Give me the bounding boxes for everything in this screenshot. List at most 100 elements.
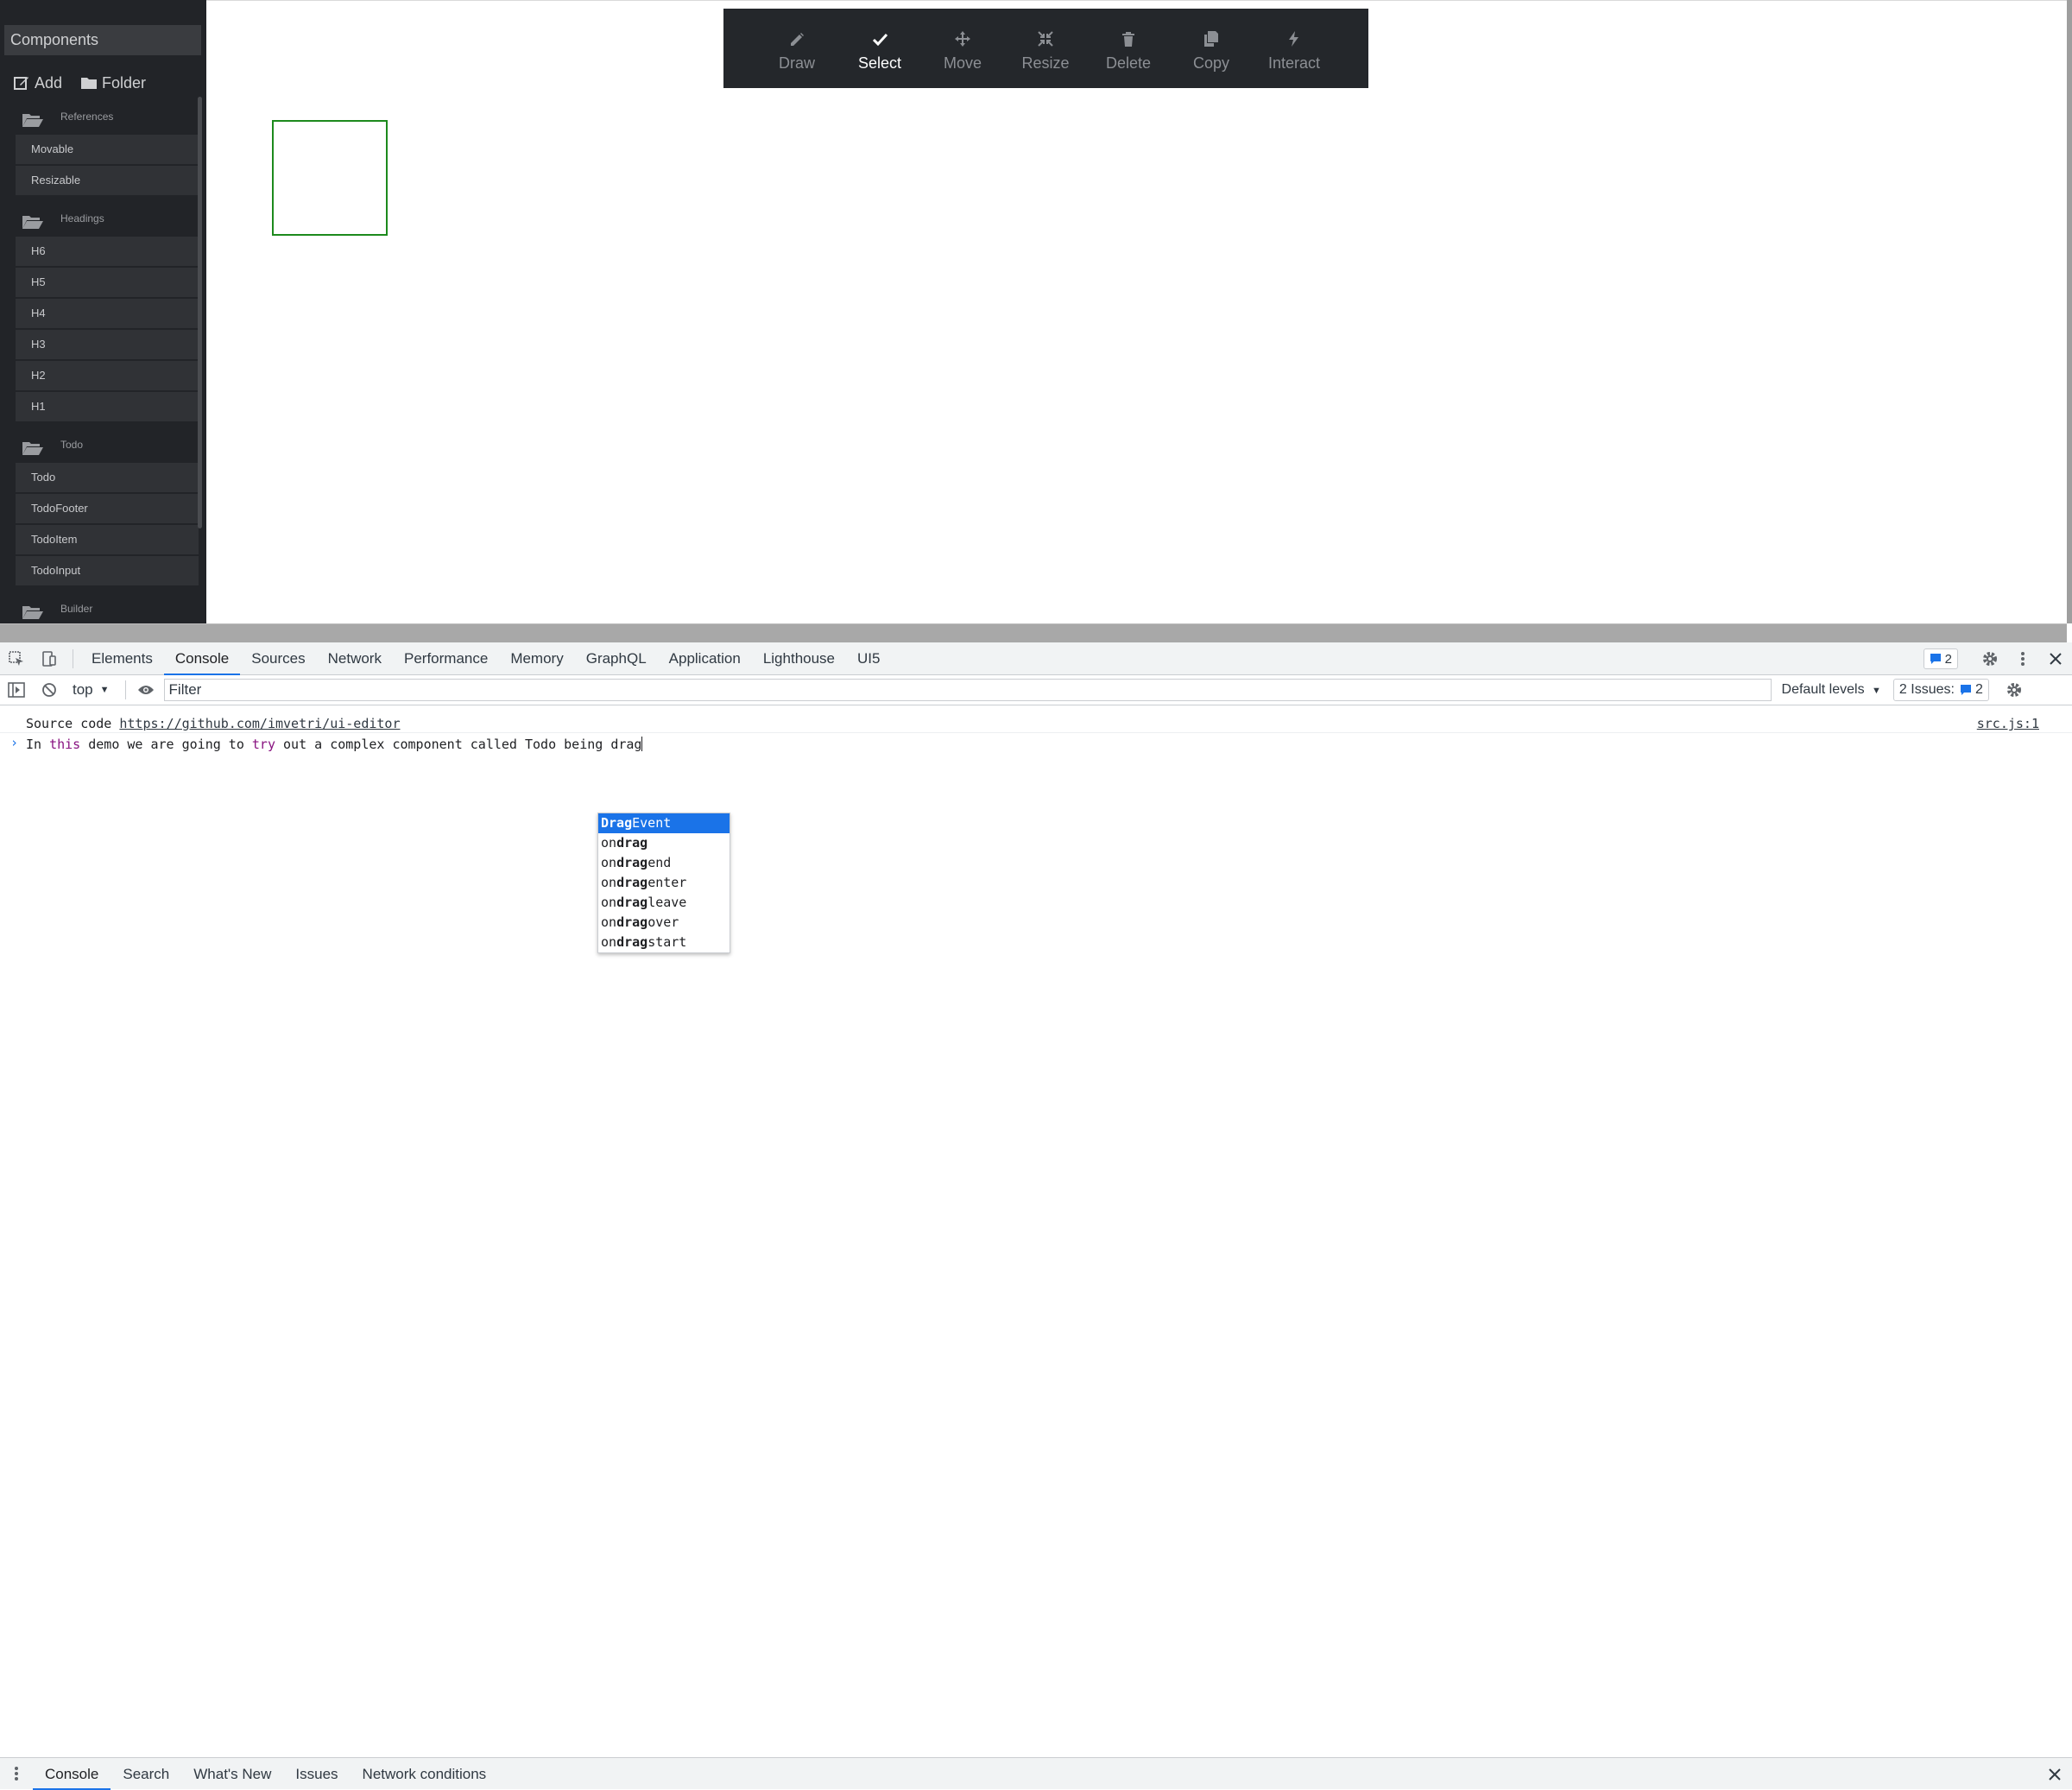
autocomplete-item[interactable]: ondragend — [598, 853, 730, 873]
autocomplete-item[interactable]: ondragover — [598, 913, 730, 933]
tab-graphql[interactable]: GraphQL — [575, 642, 658, 675]
component-item-h3[interactable]: H3 — [16, 330, 199, 359]
kebab-menu-icon — [2021, 652, 2025, 666]
inspect-button[interactable] — [0, 650, 33, 667]
tool-label: Copy — [1192, 54, 1230, 72]
console-toolbar: top ▼ Filter Default levels ▼ 2 Issues: … — [0, 675, 2072, 705]
suggestion-prefix: on — [601, 835, 617, 851]
component-item-todoinput[interactable]: TodoInput — [16, 556, 199, 585]
autocomplete-item[interactable]: DragEvent — [598, 813, 730, 833]
devtools-panel: Elements Console Sources Network Performance… — [0, 642, 2072, 1790]
close-devtools-button[interactable] — [2039, 652, 2072, 666]
folder-builder[interactable]: Builder — [0, 587, 206, 623]
devtools-resize-handle[interactable] — [0, 623, 2067, 642]
autocomplete-item[interactable]: ondragstart — [598, 933, 730, 952]
tool-delete-button[interactable]: Delete — [1087, 9, 1170, 88]
drawer-menu-button[interactable] — [0, 1765, 33, 1782]
input-keyword-this: this — [49, 737, 81, 752]
issues-button[interactable]: 2 Issues: 2 — [1892, 679, 1989, 701]
settings-button[interactable] — [1974, 650, 2006, 667]
tab-console[interactable]: Console — [163, 642, 241, 675]
drawn-rectangle[interactable] — [272, 120, 388, 236]
move-icon — [955, 31, 970, 47]
close-drawer-button[interactable] — [2048, 1768, 2062, 1786]
component-item-todo[interactable]: Todo — [16, 463, 199, 492]
source-code-link[interactable]: https://github.com/imvetri/ui-editor — [119, 716, 400, 731]
tab-performance[interactable]: Performance — [393, 642, 499, 675]
input-text-2: demo we are going to — [80, 737, 252, 752]
console-log-message: Source code https://github.com/imvetri/u… — [26, 716, 400, 731]
sidebar-actions: Add Folder — [14, 73, 165, 93]
console-settings-button[interactable] — [2001, 681, 2027, 699]
component-item-todofooter[interactable]: TodoFooter — [16, 494, 199, 523]
tab-ui5[interactable]: UI5 — [846, 642, 891, 675]
tool-copy-button[interactable]: Copy — [1170, 9, 1253, 88]
message-icon — [1930, 654, 1941, 664]
trash-icon — [1122, 32, 1134, 47]
console-filter-input[interactable]: Filter — [163, 679, 1772, 701]
suggestion-suffix: Event — [632, 815, 672, 831]
sidebar-scrollbar[interactable] — [198, 97, 202, 528]
edit-icon — [14, 77, 28, 90]
folder-todo[interactable]: Todo — [0, 423, 206, 463]
live-expression-button[interactable] — [133, 684, 159, 696]
tool-move-button[interactable]: Move — [921, 9, 1004, 88]
suggestion-match: drag — [616, 835, 648, 851]
tool-resize-button[interactable]: Resize — [1004, 9, 1087, 88]
suggestion-prefix: on — [601, 875, 617, 890]
console-input[interactable]: In this demo we are going to try out a c… — [26, 737, 643, 752]
tool-select-button[interactable]: Select — [838, 9, 921, 88]
eye-icon — [137, 686, 154, 694]
tool-draw-button[interactable]: Draw — [755, 9, 838, 88]
component-item-h4[interactable]: H4 — [16, 299, 199, 328]
suggestion-prefix: on — [601, 895, 617, 910]
page-scrollbar[interactable] — [2067, 0, 2072, 623]
suggestion-suffix: enter — [648, 875, 687, 890]
folder-references[interactable]: References — [0, 95, 206, 135]
log-levels-dropdown[interactable]: Default levels ▼ — [1782, 682, 1881, 698]
component-item-resizable[interactable]: Resizable — [16, 166, 199, 195]
drawer-tab-network-conditions[interactable]: Network conditions — [351, 1758, 499, 1790]
clear-console-button[interactable] — [33, 682, 66, 698]
drawer-tab-console[interactable]: Console — [33, 1758, 111, 1790]
devtools-tabs: Elements Console Sources Network Performance… — [80, 642, 891, 675]
device-toolbar-button[interactable] — [33, 650, 66, 667]
show-sidebar-button[interactable] — [0, 682, 33, 698]
tool-interact-button[interactable]: Interact — [1253, 9, 1336, 88]
tab-lighthouse[interactable]: Lighthouse — [752, 642, 846, 675]
autocomplete-item[interactable]: ondragenter — [598, 873, 730, 893]
tab-sources[interactable]: Sources — [240, 642, 316, 675]
suggestion-suffix: leave — [648, 895, 687, 910]
suggestion-suffix: end — [648, 855, 672, 870]
component-item-h5[interactable]: H5 — [16, 268, 199, 297]
input-text-3: out a complex component called Todo bein… — [275, 737, 642, 752]
context-selector[interactable]: top ▼ — [73, 681, 110, 699]
component-item-h2[interactable]: H2 — [16, 361, 199, 390]
add-button[interactable]: Add — [14, 74, 62, 92]
editor-canvas[interactable]: Draw Select Move Resize Delete Copy Interact — [206, 0, 2069, 623]
drawer-tab-search[interactable]: Search — [111, 1758, 181, 1790]
folder-icon — [81, 78, 98, 89]
component-tree: References Movable Resizable Headings H6 H5 H4… — [0, 95, 206, 623]
drawer-tab-what-s-new[interactable]: What's New — [181, 1758, 283, 1790]
folder-button[interactable]: Folder — [81, 74, 146, 92]
component-item-todoitem[interactable]: TodoItem — [16, 525, 199, 554]
tool-label: Interact — [1267, 54, 1321, 72]
devtools-tab-bar: Elements Console Sources Network Performance… — [0, 642, 2072, 675]
messages-badge[interactable]: 2 — [1923, 648, 1958, 669]
log-divider — [0, 732, 2072, 733]
folder-headings[interactable]: Headings — [0, 197, 206, 237]
tab-elements[interactable]: Elements — [80, 642, 164, 675]
tab-network[interactable]: Network — [317, 642, 393, 675]
tab-application[interactable]: Application — [658, 642, 752, 675]
log-source-link[interactable]: src.js:1 — [1977, 716, 2039, 731]
more-options-button[interactable] — [2006, 650, 2039, 667]
component-item-h6[interactable]: H6 — [16, 237, 199, 266]
component-item-h1[interactable]: H1 — [16, 392, 199, 421]
component-item-movable[interactable]: Movable — [16, 135, 199, 164]
ui-editor-app: Components Add Folder References Movable R… — [0, 0, 2072, 623]
autocomplete-item[interactable]: ondrag — [598, 833, 730, 853]
autocomplete-item[interactable]: ondragleave — [598, 893, 730, 913]
tab-memory[interactable]: Memory — [499, 642, 574, 675]
drawer-tab-issues[interactable]: Issues — [283, 1758, 350, 1790]
